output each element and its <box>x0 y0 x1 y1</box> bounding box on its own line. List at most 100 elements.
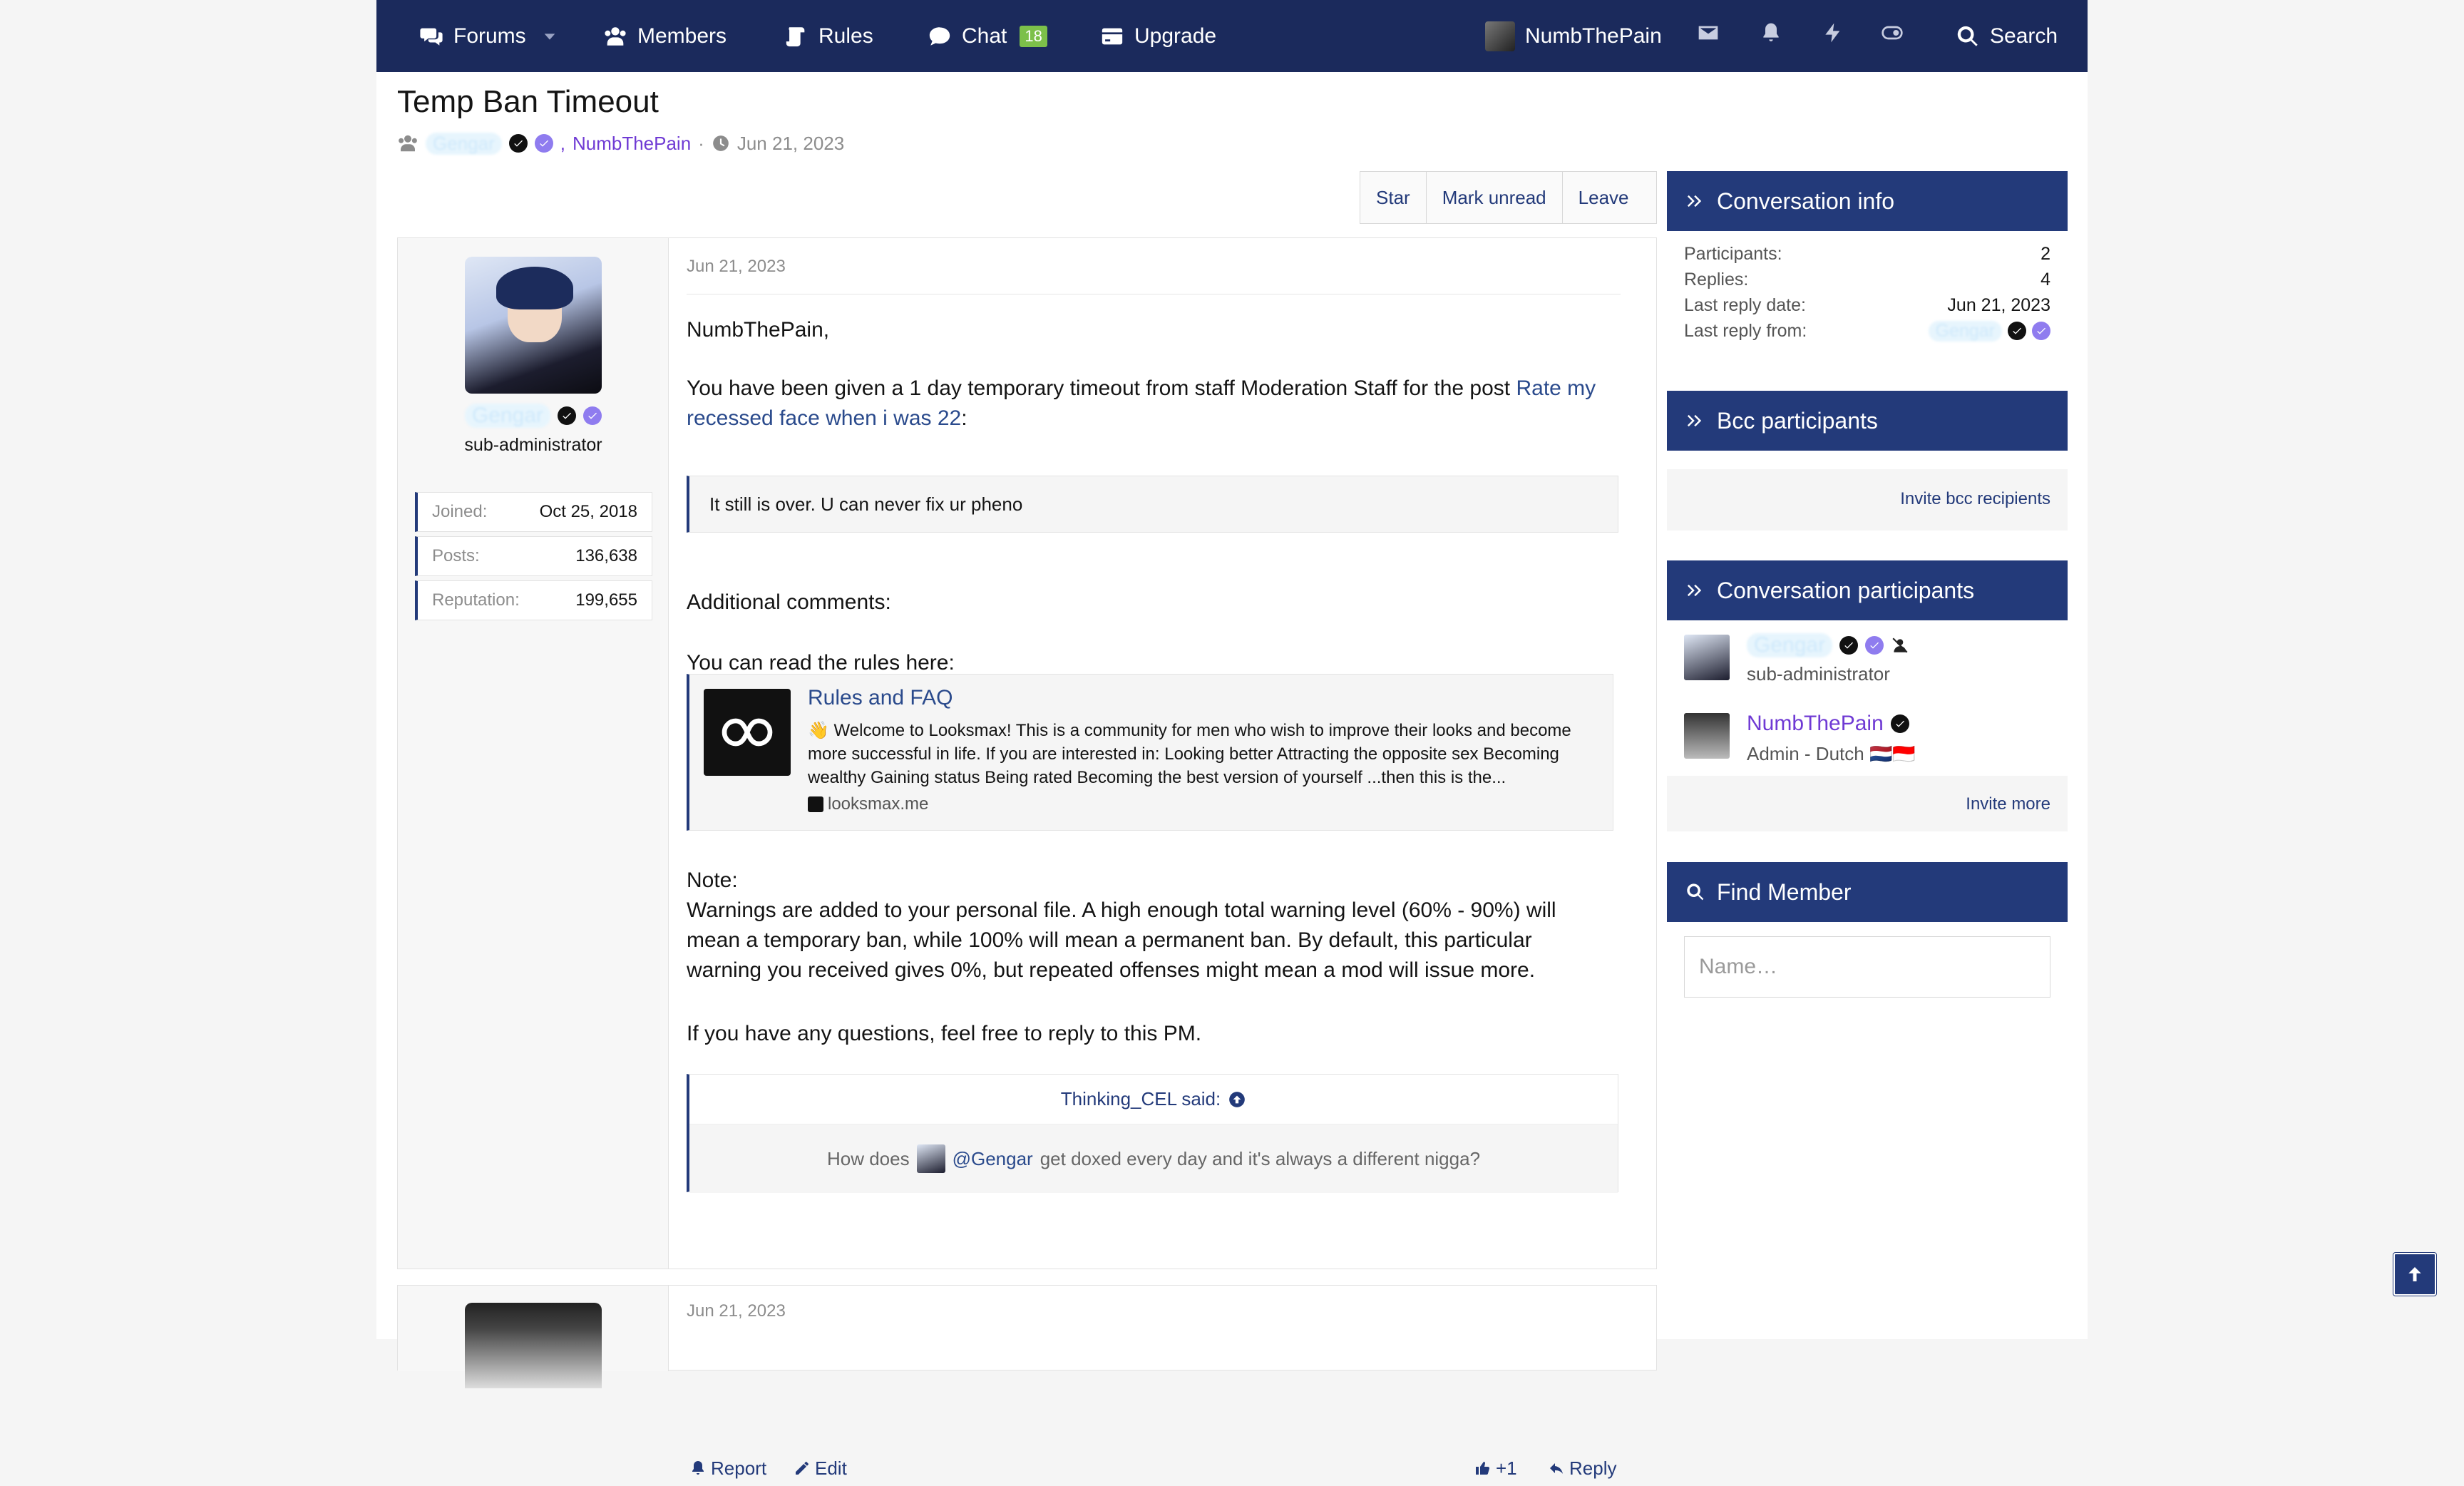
embed-description: 👋 Welcome to Looksmax! This is a communi… <box>808 721 1571 787</box>
embed-site: looksmax.me <box>808 794 928 814</box>
nav-upgrade[interactable]: Upgrade <box>1100 0 1216 72</box>
message-body: Jun 21, 2023 <box>687 1286 1638 1370</box>
nav-chat-label: Chat <box>962 24 1007 48</box>
reply-button[interactable]: Reply <box>1548 1450 1616 1486</box>
quote-header[interactable]: Thinking_CEL said: <box>689 1075 1618 1124</box>
nav-whats-new[interactable] <box>1822 21 1850 50</box>
mark-unread-button[interactable]: Mark unread <box>1427 172 1563 223</box>
message: Gengar sub-administrator Joined: Oct 25,… <box>397 237 1657 1479</box>
last-reply-user-link[interactable]: Gengar <box>1928 320 2002 342</box>
participants-footer: Invite more <box>1667 776 2068 831</box>
star-button[interactable]: Star <box>1360 172 1427 223</box>
page: Forums Members Rules Chat 18 Upgrade Num… <box>376 0 2088 1479</box>
leave-button[interactable]: Leave <box>1563 172 1645 223</box>
participant-1-role: sub-administrator <box>1747 663 1890 685</box>
nav-chat[interactable]: Chat 18 <box>928 0 1047 72</box>
stat-joined: Joined: Oct 25, 2018 <box>415 492 652 532</box>
find-member-input[interactable]: Name… <box>1684 936 2050 998</box>
avatar[interactable] <box>465 257 602 394</box>
conversation-actions: Star Mark unread Leave <box>1360 171 1657 224</box>
nav-forums[interactable]: Forums <box>419 0 526 72</box>
search-icon <box>1957 26 1978 46</box>
nav-rules[interactable]: Rules <box>784 0 873 72</box>
verified-icon <box>1839 636 1859 655</box>
post-link[interactable]: Rate my <box>1516 376 1596 400</box>
nav-upgrade-label: Upgrade <box>1134 24 1217 48</box>
nav-members-label: Members <box>637 24 727 48</box>
nav-members[interactable]: Members <box>603 0 727 72</box>
thread-date: Jun 21, 2023 <box>736 132 845 154</box>
bcc-block: Bcc participants Invite bcc recipients <box>1667 391 2068 531</box>
conversation-info-body: Participants: 2 Replies: 4 Last reply da… <box>1667 231 2068 372</box>
site-logo-icon <box>704 689 791 776</box>
arrow-up-circle-icon <box>1229 1091 1246 1107</box>
find-member-header: Find Member <box>1667 862 2068 922</box>
participants-header: Conversation participants <box>1667 560 2068 620</box>
nav-rules-label: Rules <box>818 24 873 48</box>
participant-avatar[interactable] <box>1684 635 1730 680</box>
chevrons-right-icon <box>1687 414 1702 427</box>
message-date[interactable]: Jun 21, 2023 <box>687 1301 786 1321</box>
edit-button[interactable]: Edit <box>794 1450 847 1486</box>
stat-reputation: Reputation: 199,655 <box>415 580 652 620</box>
participant-2-role: Admin - Dutch 🇳🇱🇮🇩 <box>1747 743 1916 764</box>
clock-icon <box>713 135 729 151</box>
nav-inbox[interactable] <box>1697 21 1725 50</box>
quote-body: How does @Gengar get doxed every day and… <box>689 1124 1618 1193</box>
offending-quote: It still is over. U can never fix ur phe… <box>687 476 1618 533</box>
participant-numbthepain-link[interactable]: NumbThePain <box>573 133 691 155</box>
message-user-cell: Gengar sub-administrator Joined: Oct 25,… <box>398 238 669 1269</box>
chevrons-right-icon <box>1687 195 1702 207</box>
message-date[interactable]: Jun 21, 2023 <box>687 257 786 277</box>
message-footer: Report Edit +1 Reply <box>687 1450 1621 1486</box>
verified-icon <box>1890 714 1909 733</box>
conversation-info-block: Conversation info Participants: 2 Replie… <box>1667 171 2068 372</box>
nav-account[interactable]: NumbThePain <box>1485 0 1662 72</box>
nav-forums-label: Forums <box>453 24 526 48</box>
search-icon <box>1687 883 1704 901</box>
favicon-icon <box>808 796 823 812</box>
credit-card-icon <box>1102 28 1123 44</box>
premium-badge-icon <box>1865 636 1884 655</box>
find-member-block: Find Member Name… <box>1667 862 2068 1019</box>
users-icon <box>605 26 626 46</box>
message: Jun 21, 2023 <box>397 1285 1657 1388</box>
premium-badge-icon <box>534 134 553 153</box>
caret-down-icon <box>544 33 555 40</box>
author-name-link[interactable]: Gengar <box>464 404 551 428</box>
verified-icon <box>558 406 577 425</box>
reaction-button[interactable]: +1 <box>1474 1450 1517 1486</box>
embed-title[interactable]: Rules and FAQ <box>808 686 953 710</box>
invite-more-link[interactable]: Invite more <box>1966 794 2050 814</box>
nav-search-label: Search <box>1990 24 2058 48</box>
info-last-reply-date: Last reply date: Jun 21, 2023 <box>1684 294 2050 315</box>
mention-avatar <box>916 1144 945 1173</box>
bolt-icon <box>1825 23 1840 43</box>
avatar[interactable] <box>465 1303 602 1388</box>
mention-link[interactable]: @Gengar <box>953 1148 1033 1170</box>
scroll-to-top-button[interactable] <box>2393 1253 2436 1296</box>
forums-dropdown-toggle[interactable] <box>542 0 558 72</box>
scroll-icon <box>786 26 805 46</box>
rules-embed[interactable]: Rules and FAQ 👋 Welcome to Looksmax! Thi… <box>687 674 1613 831</box>
nav-style-toggle[interactable] <box>1881 21 1909 50</box>
invite-bcc-link[interactable]: Invite bcc recipients <box>1900 489 2050 509</box>
participant-2-name: NumbThePain <box>1747 712 1909 736</box>
nav-alerts[interactable] <box>1760 21 1788 50</box>
participant-2-link[interactable]: NumbThePain <box>1747 712 1884 736</box>
participant-1-link[interactable]: Gengar <box>1747 633 1833 657</box>
meta-dot: · <box>698 132 704 154</box>
nav-search[interactable]: Search <box>1956 0 2058 72</box>
post-link-cont[interactable]: recessed face when i was 22 <box>687 406 961 430</box>
participant-avatar[interactable] <box>1684 713 1730 759</box>
report-button[interactable]: Report <box>689 1450 766 1486</box>
participant-gengar-link[interactable]: Gengar <box>426 132 502 155</box>
bell-icon <box>1763 23 1779 41</box>
info-participants: Participants: 2 <box>1684 243 2050 264</box>
questions-text: If you have any questions, feel free to … <box>687 1022 1202 1045</box>
info-replies: Replies: 4 <box>1684 269 2050 289</box>
message-author: Gengar <box>398 404 669 428</box>
thread-meta: Gengar , NumbThePain · Jun 21, 2023 <box>397 131 844 155</box>
note-text: Warnings are added to your personal file… <box>687 898 1556 982</box>
reply-icon <box>1550 1463 1563 1474</box>
